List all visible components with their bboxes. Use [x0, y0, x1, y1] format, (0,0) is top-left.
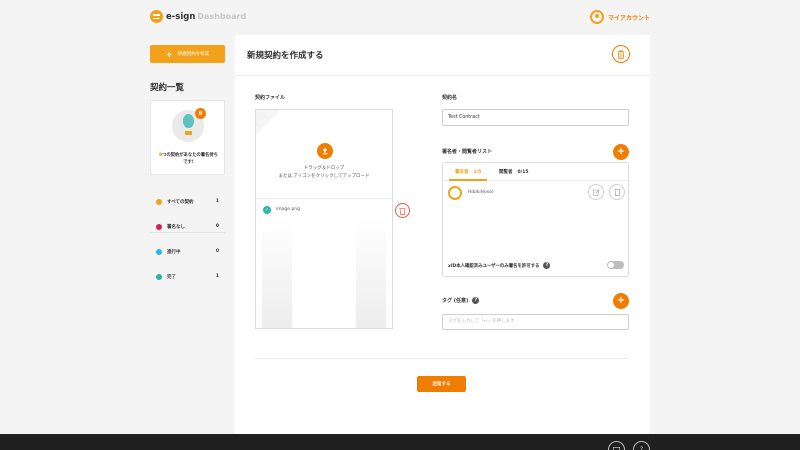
language-button[interactable]	[608, 441, 625, 450]
light-beam-left	[262, 218, 292, 328]
xid-only-toggle[interactable]	[607, 261, 624, 269]
logo-text: e-sign	[166, 11, 196, 22]
filter-count: 1	[215, 274, 219, 279]
filter-label: 進行中	[167, 249, 181, 255]
contract-name-label: 契約名	[442, 95, 458, 101]
signer-avatar	[448, 186, 462, 200]
filter-unsigned[interactable]: 署名なし 0	[150, 214, 225, 239]
pending-message: 9つの契約があなたの署名待ちです!	[157, 152, 220, 166]
delete-signer-button[interactable]	[609, 184, 625, 200]
filter-count: 0	[215, 224, 219, 229]
help-icon[interactable]: ?	[472, 297, 480, 304]
create-contract-button[interactable]: + 新規契約を作成	[150, 45, 225, 63]
footer: ?	[0, 434, 800, 450]
filter-count: 0	[215, 249, 219, 254]
plus-icon: +	[165, 49, 173, 59]
filter-completed[interactable]: 完了 1	[150, 264, 225, 289]
status-dot	[156, 223, 162, 230]
top-header: e-sign Dashboard マイアカウント	[0, 0, 800, 34]
file-dropzone[interactable]: ドラッグ＆ドロップ または アイコンをクリックしてアップロード ✓ image.…	[255, 109, 393, 329]
filter-label: 完了	[167, 274, 176, 280]
contract-list-title: 契約一覧	[150, 83, 185, 93]
trash-icon	[613, 189, 621, 196]
status-filter-list: すべての契約 1 署名なし 0 進行中 0 完了 1	[150, 189, 225, 289]
dropzone-instructions: ドラッグ＆ドロップ または アイコンをクリックしてアップロード	[256, 165, 392, 181]
create-contract-panel: 新規契約を作成する 契約ファイル ドラッグ＆ドロップ または アイコンをクリック…	[235, 35, 650, 437]
check-icon: ✓	[263, 206, 271, 214]
pending-message-text: つの契約があなたの署名待ちです!	[162, 153, 218, 165]
filter-divider	[150, 232, 225, 233]
signer-list-label: 署名者・閲覧者リスト	[442, 149, 493, 155]
discard-button[interactable]	[612, 45, 630, 63]
create-contract-label: 新規契約を作成	[177, 52, 210, 57]
tab-signers[interactable]: 署名者 1/5	[455, 169, 481, 175]
account-label: マイアカウント	[607, 14, 650, 22]
dropzone-line-2: または アイコンをクリックしてアップロード	[278, 174, 370, 179]
tab-viewers-count: 0/15	[517, 170, 529, 175]
status-dot	[156, 248, 162, 255]
signer-list-box: 署名者 1/5 閲覧者 0/15 HibikiHosoi xID本人確認済みユーザー…	[442, 162, 629, 277]
tag-label: タグ (任意)	[442, 298, 469, 304]
tag-input[interactable]: タグを入力して「↵」を押します	[442, 314, 629, 330]
add-tag-button[interactable]: +	[613, 293, 629, 309]
help-button[interactable]: ?	[633, 441, 650, 450]
form-bottom-divider	[255, 358, 629, 359]
pending-signature-card[interactable]: 8 9つの契約があなたの署名待ちです!	[150, 100, 225, 175]
status-dot	[156, 273, 162, 280]
help-icon[interactable]: ?	[543, 262, 551, 269]
title-divider	[235, 75, 650, 76]
status-dot	[156, 198, 162, 205]
tab-viewers-label: 閲覧者	[499, 170, 513, 175]
tab-signers-label: 署名者	[455, 170, 469, 175]
xid-only-option: xID本人確認済みユーザーのみ署名を許可する ?	[448, 262, 551, 269]
logo[interactable]: e-sign Dashboard	[150, 10, 246, 23]
pending-badge: 8	[195, 108, 206, 119]
page-fold-corner	[256, 110, 280, 134]
basket-icon	[185, 131, 192, 135]
filter-count: 1	[215, 199, 219, 204]
balloon-icon	[183, 114, 194, 128]
active-tab-indicator	[449, 179, 487, 181]
file-row-divider	[256, 198, 392, 199]
xid-only-label: xID本人確認済みユーザーのみ署名を許可する	[448, 263, 540, 269]
upload-button[interactable]	[317, 143, 333, 159]
remove-file-button[interactable]	[395, 203, 410, 218]
add-signer-button[interactable]: +	[613, 144, 629, 160]
tab-viewers[interactable]: 閲覧者 0/15	[499, 169, 529, 175]
account-avatar-icon	[589, 10, 604, 24]
tag-section: タグ (任意) ?	[442, 297, 480, 304]
uploaded-file-name: image.png	[276, 207, 301, 212]
logo-subtitle: Dashboard	[197, 12, 247, 21]
dropzone-line-1: ドラッグ＆ドロップ	[303, 166, 345, 171]
upload-icon	[322, 147, 328, 155]
contract-file-label: 契約ファイル	[255, 95, 286, 101]
filter-all-contracts[interactable]: すべての契約 1	[150, 189, 225, 214]
signer-name: HibikiHosoi	[468, 190, 494, 195]
filter-label: 署名なし	[167, 224, 185, 230]
page-title: 新規契約を作成する	[247, 51, 324, 61]
trash-icon	[617, 49, 625, 59]
edit-icon	[592, 188, 600, 196]
trash-icon	[399, 207, 406, 215]
filter-label: すべての契約	[167, 199, 194, 205]
contract-name-input[interactable]: Test Contract	[442, 109, 629, 126]
filter-in-progress[interactable]: 進行中 0	[150, 239, 225, 264]
submit-button[interactable]: 送信する	[417, 376, 466, 392]
tab-signers-count: 1/5	[473, 170, 482, 175]
light-beam-right	[356, 218, 386, 328]
question-icon: ?	[639, 446, 644, 450]
edit-signer-button[interactable]	[588, 184, 604, 200]
logo-icon	[150, 10, 163, 23]
my-account-link[interactable]: マイアカウント	[589, 10, 650, 24]
